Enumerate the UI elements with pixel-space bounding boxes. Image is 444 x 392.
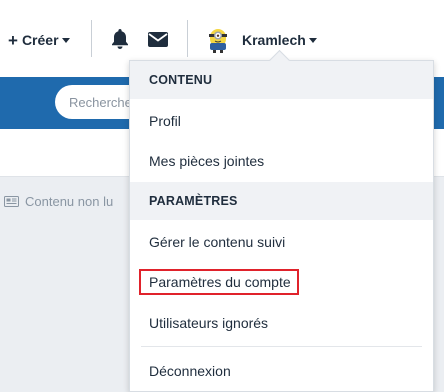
menu-item-logout[interactable]: Déconnexion (149, 363, 231, 379)
menu-item-account-settings[interactable]: Paramètres du compte (149, 274, 291, 290)
newspaper-icon (4, 196, 19, 207)
notifications-button[interactable] (108, 27, 134, 51)
plus-icon: + (8, 30, 18, 50)
header-divider (187, 20, 188, 57)
envelope-icon (148, 32, 168, 47)
menu-item-profile[interactable]: Profil (149, 113, 181, 129)
bell-icon (112, 29, 128, 49)
account-dropdown-menu: CONTENU Profil Mes pièces jointes PARAMÈ… (129, 49, 434, 392)
create-button[interactable]: + Créer (8, 27, 70, 53)
unread-content-link[interactable]: Contenu non lu (4, 194, 113, 209)
menu-item-followed-content[interactable]: Gérer le contenu suivi (149, 234, 285, 250)
chevron-down-icon (308, 37, 317, 43)
unread-content-label: Contenu non lu (25, 194, 114, 209)
section-header-content: CONTENU (130, 61, 433, 99)
messages-button[interactable] (146, 27, 172, 51)
header-divider (91, 20, 92, 57)
minion-avatar (209, 29, 227, 53)
menu-item-ignored-users[interactable]: Utilisateurs ignorés (149, 315, 268, 331)
menu-divider (141, 346, 422, 347)
username-label: Kramlech (242, 32, 306, 48)
user-menu-button[interactable]: Kramlech (206, 25, 317, 55)
section-header-settings: PARAMÈTRES (130, 182, 433, 220)
menu-item-attachments[interactable]: Mes pièces jointes (149, 153, 264, 169)
chevron-down-icon (61, 37, 70, 43)
create-label: Créer (21, 32, 59, 48)
